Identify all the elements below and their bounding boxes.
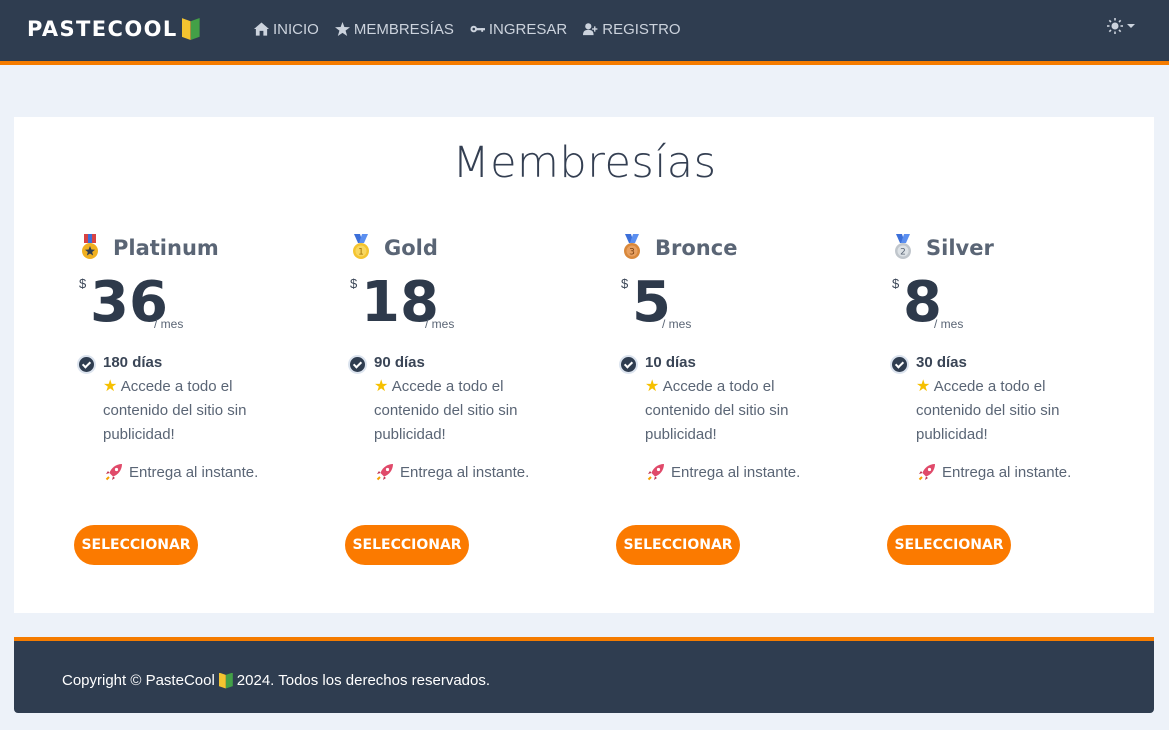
select-plan-button[interactable]: SELECCIONAR — [74, 525, 198, 565]
nav-item-label: MEMBRESÍAS — [353, 20, 454, 38]
third-place-medal-icon: 3 — [624, 234, 640, 259]
chevron-down-icon — [1127, 24, 1135, 28]
plan-price: $ 18 / mes — [350, 271, 590, 345]
delivery-text: Entrega al instante. — [129, 463, 259, 481]
delivery-note: Entrega al instante. — [105, 463, 319, 481]
plan-duration: 10 días — [645, 354, 696, 371]
brand-logo[interactable]: PASTECOOL — [27, 16, 200, 42]
rocket-icon — [376, 464, 393, 481]
plan-silver: 2 Silver $ 8 / mes 30 días ★ Accede a to… — [887, 233, 1132, 565]
plan-header: 2 Silver — [892, 233, 1132, 263]
sun-icon — [1107, 18, 1123, 34]
feature-item: 30 días ★ Accede a todo el contenido del… — [892, 355, 1132, 447]
beginner-leaf-icon — [182, 18, 200, 40]
nav-item-inicio[interactable]: INICIO — [254, 18, 319, 40]
price-currency: $ — [350, 276, 358, 291]
sports-medal-icon — [82, 234, 98, 259]
nav-item-membresias[interactable]: MEMBRESÍAS — [334, 18, 454, 40]
key-icon — [470, 25, 485, 33]
rocket-icon — [647, 464, 664, 481]
select-plan-button[interactable]: SELECCIONAR — [887, 525, 1011, 565]
plan-gold: 1 Gold $ 18 / mes 90 días ★ Accede a tod… — [345, 233, 590, 565]
plan-features: 30 días ★ Accede a todo el contenido del… — [892, 355, 1132, 481]
plan-name: Bronce — [655, 236, 738, 260]
copyright-prefix: Copyright © PasteCool — [62, 672, 215, 689]
second-place-medal-icon: 2 — [895, 234, 911, 259]
price-period: / mes — [154, 317, 184, 331]
rocket-icon — [918, 464, 935, 481]
plan-platinum: Platinum $ 36 / mes 180 días ★ Accede a … — [74, 233, 319, 565]
footer: Copyright © PasteCool 2024. Todos los de… — [14, 637, 1154, 713]
delivery-text: Entrega al instante. — [671, 463, 801, 481]
page-title: Membresías — [452, 138, 717, 188]
price-period: / mes — [662, 317, 692, 331]
select-plan-button[interactable]: SELECCIONAR — [345, 525, 469, 565]
delivery-text: Entrega al instante. — [942, 463, 1072, 481]
plan-duration: 180 días — [103, 354, 163, 371]
star-icon: ★ — [916, 378, 931, 395]
nav-item-label: REGISTRO — [602, 20, 681, 38]
plan-price: $ 5 / mes — [621, 271, 861, 345]
check-circle-icon — [350, 357, 365, 372]
price-currency: $ — [621, 276, 629, 291]
price-currency: $ — [892, 276, 900, 291]
plan-features: 10 días ★ Accede a todo el contenido del… — [621, 355, 861, 481]
star-icon: ★ — [645, 378, 660, 395]
plan-benefit: Accede a todo el contenido del sitio sin… — [645, 378, 789, 443]
nav-item-registro[interactable]: REGISTRO — [583, 18, 681, 40]
plan-name: Platinum — [113, 236, 219, 260]
plan-name: Gold — [384, 236, 438, 260]
plan-header: 3 Bronce — [621, 233, 861, 263]
brand-name: PASTECOOL — [27, 17, 178, 41]
feature-item: 180 días ★ Accede a todo el contenido de… — [79, 355, 319, 447]
price-period: / mes — [934, 317, 964, 331]
medal-number: 2 — [900, 248, 906, 258]
price-currency: $ — [79, 276, 87, 291]
price-period: / mes — [425, 317, 455, 331]
plan-duration: 90 días — [374, 354, 425, 371]
user-plus-icon — [583, 23, 598, 36]
plan-benefit: Accede a todo el contenido del sitio sin… — [103, 378, 247, 443]
feature-item: 90 días ★ Accede a todo el contenido del… — [350, 355, 590, 447]
nav-item-label: INGRESAR — [488, 20, 568, 38]
plan-price: $ 36 / mes — [79, 271, 319, 345]
nav-menu: INICIO MEMBRESÍAS INGRESAR REGISTRO — [254, 18, 681, 40]
rocket-icon — [105, 464, 122, 481]
navbar: PASTECOOL INICIO MEMBRESÍAS INGRESAR REG… — [0, 0, 1169, 65]
first-place-medal-icon: 1 — [353, 234, 369, 259]
nav-item-label: INICIO — [273, 20, 319, 38]
select-plan-button[interactable]: SELECCIONAR — [616, 525, 740, 565]
plan-price: $ 8 / mes — [892, 271, 1132, 345]
nav-item-ingresar[interactable]: INGRESAR — [470, 18, 567, 40]
medal-number: 3 — [629, 248, 635, 258]
check-circle-icon — [79, 357, 94, 372]
star-icon: ★ — [374, 378, 389, 395]
plan-header: Platinum — [79, 233, 319, 263]
delivery-note: Entrega al instante. — [647, 463, 861, 481]
plan-header: 1 Gold — [350, 233, 590, 263]
theme-toggle[interactable] — [1107, 18, 1135, 34]
plan-benefit: Accede a todo el contenido del sitio sin… — [374, 378, 518, 443]
delivery-note: Entrega al instante. — [376, 463, 590, 481]
home-icon — [254, 22, 269, 36]
beginner-leaf-icon — [219, 673, 233, 689]
plan-bronce: 3 Bronce $ 5 / mes 10 días ★ Accede a to… — [616, 233, 861, 565]
star-icon: ★ — [103, 378, 118, 395]
feature-item: 10 días ★ Accede a todo el contenido del… — [621, 355, 861, 447]
star-icon — [334, 22, 350, 36]
plan-name: Silver — [926, 236, 994, 260]
plan-duration: 30 días — [916, 354, 967, 371]
copyright-suffix: 2024. Todos los derechos reservados. — [236, 672, 491, 689]
delivery-note: Entrega al instante. — [918, 463, 1132, 481]
plan-benefit: Accede a todo el contenido del sitio sin… — [916, 378, 1060, 443]
delivery-text: Entrega al instante. — [400, 463, 530, 481]
plan-features: 180 días ★ Accede a todo el contenido de… — [79, 355, 319, 481]
medal-number: 1 — [358, 248, 364, 258]
check-circle-icon — [621, 357, 636, 372]
copyright-text: Copyright © PasteCool 2024. Todos los de… — [62, 672, 490, 689]
check-circle-icon — [892, 357, 907, 372]
plan-features: 90 días ★ Accede a todo el contenido del… — [350, 355, 590, 481]
